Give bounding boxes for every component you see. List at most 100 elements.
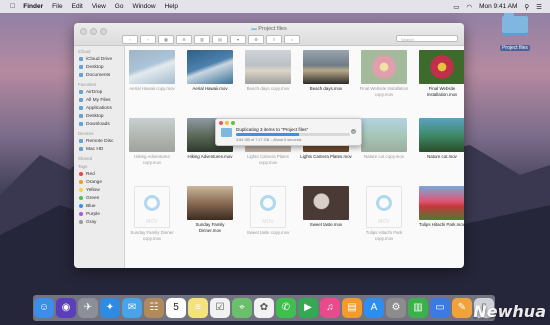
icon-view-button[interactable]: ▦	[158, 35, 174, 44]
maps-icon[interactable]: ⌖	[232, 298, 252, 318]
title-bar[interactable]: ▬ Project files ‹ › ▦ ☰ ▥ ▤ ▾ ⚙ ⇪ ○ Sear…	[74, 23, 464, 46]
file-item[interactable]: Aerial Hawaii.mov	[184, 50, 236, 92]
file-item[interactable]: Aerial Hawaii copy.mov	[126, 50, 178, 92]
siri-icon[interactable]: ◉	[56, 298, 76, 318]
finder-icon[interactable]: ☺	[34, 298, 54, 318]
sidebar-item[interactable]: Documents	[74, 71, 124, 79]
file-item[interactable]: Nature cut.mov	[416, 118, 464, 160]
file-name: Hiking Adventures copy.mov	[134, 154, 170, 165]
sidebar-tag[interactable]: Gray	[74, 218, 124, 226]
sidebar-item[interactable]: Downloads	[74, 120, 124, 128]
dialog-zoom-button[interactable]	[231, 121, 235, 125]
arrange-button[interactable]: ▾	[230, 35, 246, 44]
numbers-icon[interactable]: ▥	[408, 298, 428, 318]
quicktime-file-icon: MOV	[250, 186, 286, 228]
mail-icon[interactable]: ✉	[122, 298, 142, 318]
file-item[interactable]: Beach days.mov	[300, 50, 352, 92]
file-name: Tulips Hitachi Park.mov	[419, 222, 464, 227]
calendar-icon[interactable]: 5	[166, 298, 186, 318]
sidebar-item-label: Documents	[86, 72, 111, 78]
menu-finder[interactable]: Finder	[23, 3, 43, 10]
list-view-button[interactable]: ☰	[176, 35, 192, 44]
sidebar-tag[interactable]: Blue	[74, 202, 124, 210]
tag-button[interactable]: ○	[284, 35, 300, 44]
clock[interactable]: Mon 9:41 AM	[479, 3, 517, 10]
sidebar-tag[interactable]: Green	[74, 194, 124, 202]
sidebar-item-label: All My Files	[86, 97, 111, 103]
menu-window[interactable]: Window	[132, 3, 155, 10]
file-item[interactable]: Final Website Installation copy.mov	[358, 50, 410, 97]
file-item[interactable]: Final Website Installation.mov	[416, 50, 464, 97]
gallery-view-button[interactable]: ▤	[212, 35, 228, 44]
file-item[interactable]: Nature cut copy.mov	[358, 118, 410, 160]
forward-button[interactable]: ›	[140, 35, 156, 44]
ibooks-icon[interactable]: ▤	[342, 298, 362, 318]
quicktime-file-icon: MOV	[366, 186, 402, 228]
sidebar-tag[interactable]: Orange	[74, 178, 124, 186]
reminders-icon[interactable]: ☑	[210, 298, 230, 318]
action-button[interactable]: ⚙	[248, 35, 264, 44]
back-button[interactable]: ‹	[122, 35, 138, 44]
search-input[interactable]: Search	[396, 35, 458, 42]
sidebar-item[interactable]: All My Files	[74, 96, 124, 104]
file-item[interactable]: Beach days copy.mov	[242, 50, 294, 92]
menu-go[interactable]: Go	[115, 3, 124, 10]
sidebar-tag[interactable]: Yellow	[74, 186, 124, 194]
appstore-icon[interactable]: A	[364, 298, 384, 318]
apple-icon[interactable]: 	[10, 3, 15, 10]
safari-icon[interactable]: ✦	[100, 298, 120, 318]
menu-help[interactable]: Help	[165, 3, 178, 10]
video-thumbnail	[187, 50, 233, 84]
file-item[interactable]: MOV Sunday Family Dinner copy.mov	[126, 186, 178, 241]
wifi-icon[interactable]: ◠	[466, 3, 472, 11]
itunes-icon[interactable]: ♫	[320, 298, 340, 318]
file-name: Nature cut copy.mov	[364, 154, 404, 159]
sidebar-item[interactable]: Remote Disc	[74, 137, 124, 145]
file-type-label: MOV	[262, 219, 274, 225]
cloud-icon	[79, 57, 83, 61]
sidebar-item[interactable]: Desktop	[74, 63, 124, 71]
airplay-icon[interactable]: ▭	[453, 3, 459, 11]
menu-edit[interactable]: Edit	[72, 3, 83, 10]
sidebar-item[interactable]: AirDrop	[74, 88, 124, 96]
sidebar-tag[interactable]: Purple	[74, 210, 124, 218]
spotlight-icon[interactable]: ⚲	[524, 3, 529, 11]
photos-icon[interactable]: ✿	[254, 298, 274, 318]
file-item[interactable]: Hiking Adventures copy.mov	[126, 118, 178, 165]
sidebar-item[interactable]: iCloud Drive	[74, 55, 124, 63]
progress-bar-fill	[236, 133, 299, 136]
sidebar-section-header: Shared	[78, 156, 93, 161]
dialog-minimize-button[interactable]	[225, 121, 229, 125]
file-item[interactable]: MOV Tulips Hitachi Park copy.mov	[358, 186, 410, 241]
cancel-icon[interactable]: ×	[351, 129, 356, 134]
file-item[interactable]: MOV Sweet taste copy.mov	[242, 186, 294, 236]
contacts-icon[interactable]: ☷	[144, 298, 164, 318]
pages-icon[interactable]: ✎	[452, 298, 472, 318]
menu-view[interactable]: View	[92, 3, 106, 10]
file-name: Beach days.mov	[309, 86, 343, 91]
keynote-icon[interactable]: ▭	[430, 298, 450, 318]
notification-center-icon[interactable]: ☰	[536, 3, 542, 11]
share-button[interactable]: ⇪	[266, 35, 282, 44]
sidebar-item[interactable]: Desktop	[74, 112, 124, 120]
sidebar-section-header: iCloud	[78, 49, 91, 54]
preferences-icon[interactable]: ⚙	[386, 298, 406, 318]
column-view-button[interactable]: ▥	[194, 35, 210, 44]
all-files-icon	[79, 98, 83, 102]
sidebar-tag[interactable]: Red	[74, 170, 124, 178]
sidebar-item-label: iCloud Drive	[86, 56, 113, 62]
notes-icon[interactable]: ≡	[188, 298, 208, 318]
sidebar-item-label: Desktop	[86, 64, 104, 70]
file-item[interactable]: Sunday Family Dinner.mov	[184, 186, 236, 233]
file-name: Beach days copy.mov	[246, 86, 290, 91]
dialog-close-button[interactable]	[219, 121, 223, 125]
sidebar-item[interactable]: Mac HD	[74, 145, 124, 153]
menu-file[interactable]: File	[52, 3, 62, 10]
file-item[interactable]: Sweet taste.mov	[300, 186, 352, 228]
sidebar-item[interactable]: Applications	[74, 104, 124, 112]
messages-icon[interactable]: ✆	[276, 298, 296, 318]
desktop-folder[interactable]: Project files	[498, 13, 532, 54]
file-item[interactable]: Tulips Hitachi Park.mov	[416, 186, 464, 228]
facetime-icon[interactable]: ▶	[298, 298, 318, 318]
launchpad-icon[interactable]: ✈	[78, 298, 98, 318]
